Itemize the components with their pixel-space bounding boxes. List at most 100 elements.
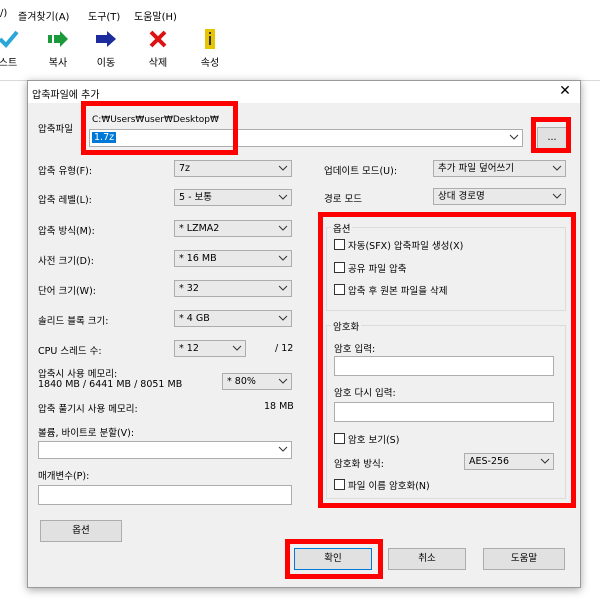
- chevron-down-icon: [278, 378, 288, 384]
- menu-item-tools[interactable]: 도구(T): [88, 8, 120, 23]
- cpu-select[interactable]: * 12: [174, 340, 246, 357]
- check-icon: [0, 28, 30, 50]
- chevron-down-icon: [278, 194, 288, 200]
- encryption-group-label: 암호화: [331, 319, 362, 333]
- properties-label: 속성: [200, 58, 220, 69]
- menu-item-favorites[interactable]: 즐겨찾기(A): [18, 8, 69, 23]
- mem-detail: 1840 MB / 6441 MB / 8051 MB: [38, 379, 183, 390]
- delete-after-checkbox[interactable]: [334, 284, 345, 295]
- solid-select[interactable]: * 4 GB: [174, 310, 292, 327]
- solid-label: 솔리드 블록 크기:: [38, 316, 109, 327]
- menu-item-view[interactable]: /): [0, 8, 7, 19]
- format-select[interactable]: 7z: [174, 160, 292, 177]
- encrypt-names-label: 파일 이름 암호화(N): [348, 481, 430, 492]
- add-to-archive-dialog: 압축파일에 추가 ✕ 압축파일 C:₩Users₩user₩Desktop₩ 1…: [27, 80, 581, 588]
- chevron-down-icon: [552, 165, 562, 171]
- delete-after-label: 압축 후 원본 파일을 삭제: [348, 286, 448, 297]
- encrypt-names-checkbox[interactable]: [334, 479, 345, 490]
- sfx-checkbox[interactable]: [334, 239, 345, 250]
- help-button[interactable]: 도움말: [483, 548, 565, 570]
- archive-name-text: 1.7z: [92, 132, 117, 143]
- chevron-down-icon: [278, 225, 288, 231]
- options-button[interactable]: 옵션: [40, 520, 122, 542]
- toolbar: 스트 복사 이동 삭제 속성: [0, 24, 600, 81]
- level-label: 압축 레벨(L):: [38, 195, 92, 206]
- ok-button[interactable]: 확인: [294, 548, 372, 570]
- params-input[interactable]: [38, 485, 292, 505]
- method-select[interactable]: * LZMA2: [174, 220, 292, 237]
- test-label: 스트: [0, 58, 18, 69]
- dict-label: 사전 크기(D):: [38, 256, 94, 267]
- cpu-total: / 12: [275, 343, 294, 354]
- decomp-label: 압축 풀기시 사용 메모리:: [38, 404, 138, 415]
- move-button[interactable]: 이동: [84, 28, 128, 74]
- mem-select[interactable]: * 80%: [222, 373, 292, 390]
- show-password-label: 암호 보기(S): [348, 435, 400, 446]
- shared-checkbox[interactable]: [334, 262, 345, 273]
- password-input[interactable]: [334, 356, 554, 376]
- method-label: 압축 방식(M):: [38, 226, 95, 237]
- chevron-down-icon: [278, 446, 288, 452]
- path-label: 경로 모드: [324, 194, 362, 205]
- volume-combo[interactable]: [38, 441, 292, 459]
- mem-value: * 80%: [227, 376, 256, 387]
- delete-label: 삭제: [148, 58, 168, 69]
- chevron-down-icon: [509, 134, 519, 140]
- update-value: 추가 파일 덮어쓰기: [438, 163, 514, 174]
- delete-x-icon: [136, 28, 180, 50]
- test-button[interactable]: 스트: [0, 28, 30, 74]
- archive-path: C:₩Users₩user₩Desktop₩: [92, 115, 219, 125]
- menu-bar: /) 즐겨찾기(A) 도구(T) 도움말(H): [0, 0, 600, 24]
- cancel-button[interactable]: 취소: [388, 548, 466, 570]
- enc-method-select[interactable]: AES-256: [464, 453, 554, 470]
- params-label: 매개변수(P):: [38, 471, 90, 482]
- solid-value: * 4 GB: [179, 313, 210, 324]
- level-value: 5 - 보통: [179, 192, 212, 203]
- password-repeat-label: 암호 다시 입력:: [334, 388, 396, 399]
- browse-button[interactable]: ...: [537, 127, 567, 149]
- dialog-title: 압축파일에 추가: [32, 90, 100, 101]
- copy-button[interactable]: 복사: [36, 28, 80, 74]
- level-select[interactable]: 5 - 보통: [174, 189, 292, 206]
- dict-value: * 16 MB: [179, 253, 217, 264]
- password-label: 암호 입력:: [334, 344, 376, 355]
- chevron-down-icon: [278, 315, 288, 321]
- properties-button[interactable]: 속성: [188, 28, 232, 74]
- info-icon: [188, 28, 232, 50]
- archive-name-combo[interactable]: 1.7z: [89, 129, 523, 147]
- path-value: 상대 경로명: [438, 191, 485, 202]
- word-label: 단어 크기(W):: [38, 286, 96, 297]
- chevron-down-icon: [232, 345, 242, 351]
- dialog-titlebar: 압축파일에 추가 ✕: [28, 81, 580, 103]
- menu-item-help[interactable]: 도움말(H): [134, 8, 177, 23]
- cpu-value: * 12: [179, 343, 199, 354]
- format-value: 7z: [179, 163, 191, 174]
- show-password-checkbox[interactable]: [334, 433, 345, 444]
- dict-select[interactable]: * 16 MB: [174, 250, 292, 267]
- chevron-down-icon: [540, 458, 550, 464]
- update-select[interactable]: 추가 파일 덮어쓰기: [433, 160, 566, 177]
- cpu-label: CPU 스레드 수:: [38, 346, 102, 357]
- volume-label: 볼륨, 바이트로 분할(V):: [38, 428, 135, 439]
- sfx-label: 자동(SFX) 압축파일 생성(X): [348, 241, 464, 252]
- update-label: 업데이트 모드(U):: [324, 166, 398, 177]
- path-select[interactable]: 상대 경로명: [433, 188, 566, 205]
- mem-label: 압축시 사용 메모리:: [38, 369, 118, 380]
- delete-button[interactable]: 삭제: [136, 28, 180, 74]
- close-icon[interactable]: ✕: [556, 82, 574, 100]
- chevron-down-icon: [278, 255, 288, 261]
- chevron-down-icon: [278, 285, 288, 291]
- word-value: * 32: [179, 283, 199, 294]
- password-repeat-input[interactable]: [334, 402, 554, 422]
- chevron-down-icon: [552, 193, 562, 199]
- move-arrow-icon: [84, 28, 128, 50]
- enc-method-label: 암호화 방식:: [334, 459, 384, 470]
- word-select[interactable]: * 32: [174, 280, 292, 297]
- chevron-down-icon: [278, 165, 288, 171]
- decomp-value: 18 MB: [264, 401, 294, 412]
- shared-label: 공유 파일 압축: [348, 264, 407, 275]
- move-label: 이동: [96, 58, 116, 69]
- method-value: * LZMA2: [179, 223, 220, 234]
- format-label: 압축 유형(F):: [38, 166, 93, 177]
- archive-label: 압축파일: [38, 124, 73, 135]
